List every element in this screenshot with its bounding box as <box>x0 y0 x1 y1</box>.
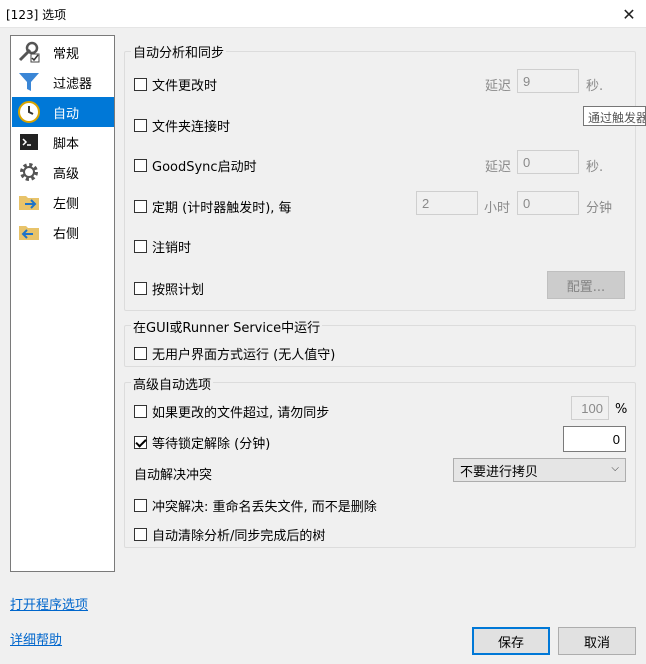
close-icon[interactable]: ✕ <box>612 0 646 28</box>
schedule-config-button[interactable]: 配置... <box>547 271 625 299</box>
on-schedule-checkbox[interactable]: 按照计划 <box>134 279 204 298</box>
sidebar-item-general[interactable]: 常规 <box>12 37 114 67</box>
on-file-change-checkbox[interactable]: 文件更改时 <box>134 75 217 94</box>
periodic-minutes-label: 分钟 <box>586 201 613 216</box>
trigger-tooltip: 通过触发器 <box>583 106 646 126</box>
terminal-icon <box>17 130 41 154</box>
wait-lock-checkbox[interactable]: 等待锁定解除 (分钟) <box>134 433 270 452</box>
title-bar: [123] 选项 ✕ <box>0 0 646 28</box>
unattended-checkbox[interactable]: 无用户界面方式运行 (无人值守) <box>134 344 335 363</box>
sidebar-item-right[interactable]: 右侧 <box>12 217 114 247</box>
filter-icon <box>17 70 41 94</box>
sidebar-item-label: 右侧 <box>53 226 80 242</box>
folder-left-icon <box>17 190 41 214</box>
open-program-options-link[interactable]: 打开程序选项 <box>10 594 88 613</box>
sidebar-item-label: 过滤器 <box>53 76 93 92</box>
advanced-group-title: 高级自动选项 <box>131 374 214 393</box>
sidebar-item-label: 左侧 <box>53 196 80 212</box>
sidebar-item-auto[interactable]: 自动 <box>12 97 114 127</box>
too-many-changes-unit: % <box>615 402 628 417</box>
file-change-delay-unit: 秒. <box>586 79 604 94</box>
gear-icon <box>17 160 41 184</box>
wrench-icon <box>17 40 41 64</box>
chevron-down-icon: ⌵ <box>611 463 619 474</box>
sidebar-item-left[interactable]: 左侧 <box>12 187 114 217</box>
periodic-hours-label: 小时 <box>484 201 511 216</box>
file-change-delay-input[interactable] <box>517 69 579 93</box>
resolve-conflicts-label: 自动解决冲突 <box>134 468 213 483</box>
sidebar-item-advanced[interactable]: 高级 <box>12 157 114 187</box>
sidebar-item-label: 自动 <box>53 106 80 122</box>
goodsync-start-delay-label: 延迟 <box>485 160 512 175</box>
on-folder-connect-checkbox[interactable]: 文件夹连接时 <box>134 116 230 135</box>
sidebar-item-filters[interactable]: 过滤器 <box>12 67 114 97</box>
too-many-changes-checkbox[interactable]: 如果更改的文件超过, 请勿同步 <box>134 402 329 421</box>
folder-right-icon <box>17 220 41 244</box>
sidebar-item-label: 脚本 <box>53 136 80 152</box>
resolve-conflicts-select[interactable]: 不要进行拷贝 ⌵ <box>453 458 626 482</box>
detailed-help-link[interactable]: 详细帮助 <box>10 629 62 648</box>
runner-group-title: 在GUI或Runner Service中运行 <box>131 317 323 336</box>
window-title: [123] 选项 <box>6 8 67 22</box>
sidebar-item-label: 常规 <box>53 46 80 62</box>
sidebar-item-label: 高级 <box>53 166 80 182</box>
on-goodsync-start-checkbox[interactable]: GoodSync启动时 <box>134 156 257 175</box>
goodsync-start-delay-unit: 秒. <box>586 160 604 175</box>
on-logoff-checkbox[interactable]: 注销时 <box>134 237 191 256</box>
sidebar-item-scripts[interactable]: 脚本 <box>12 127 114 157</box>
sidebar-nav: 常规 过滤器 自动 脚本 高级 左侧 右侧 <box>10 35 115 572</box>
too-many-changes-input[interactable] <box>571 396 609 420</box>
rename-lost-checkbox[interactable]: 冲突解决: 重命名丢失文件, 而不是删除 <box>134 496 377 515</box>
goodsync-start-delay-input[interactable] <box>517 150 579 174</box>
clear-tree-checkbox[interactable]: 自动清除分析/同步完成后的树 <box>134 525 325 544</box>
cancel-button[interactable]: 取消 <box>558 627 636 655</box>
file-change-delay-label: 延迟 <box>485 79 512 94</box>
auto-sync-group-title: 自动分析和同步 <box>131 42 227 61</box>
clock-icon <box>17 100 41 124</box>
save-button[interactable]: 保存 <box>472 627 550 655</box>
periodic-minutes-input[interactable] <box>517 191 579 215</box>
wait-lock-input[interactable] <box>563 426 626 452</box>
periodic-hours-input[interactable] <box>416 191 478 215</box>
periodic-checkbox[interactable]: 定期 (计时器触发时), 每 <box>134 197 292 216</box>
